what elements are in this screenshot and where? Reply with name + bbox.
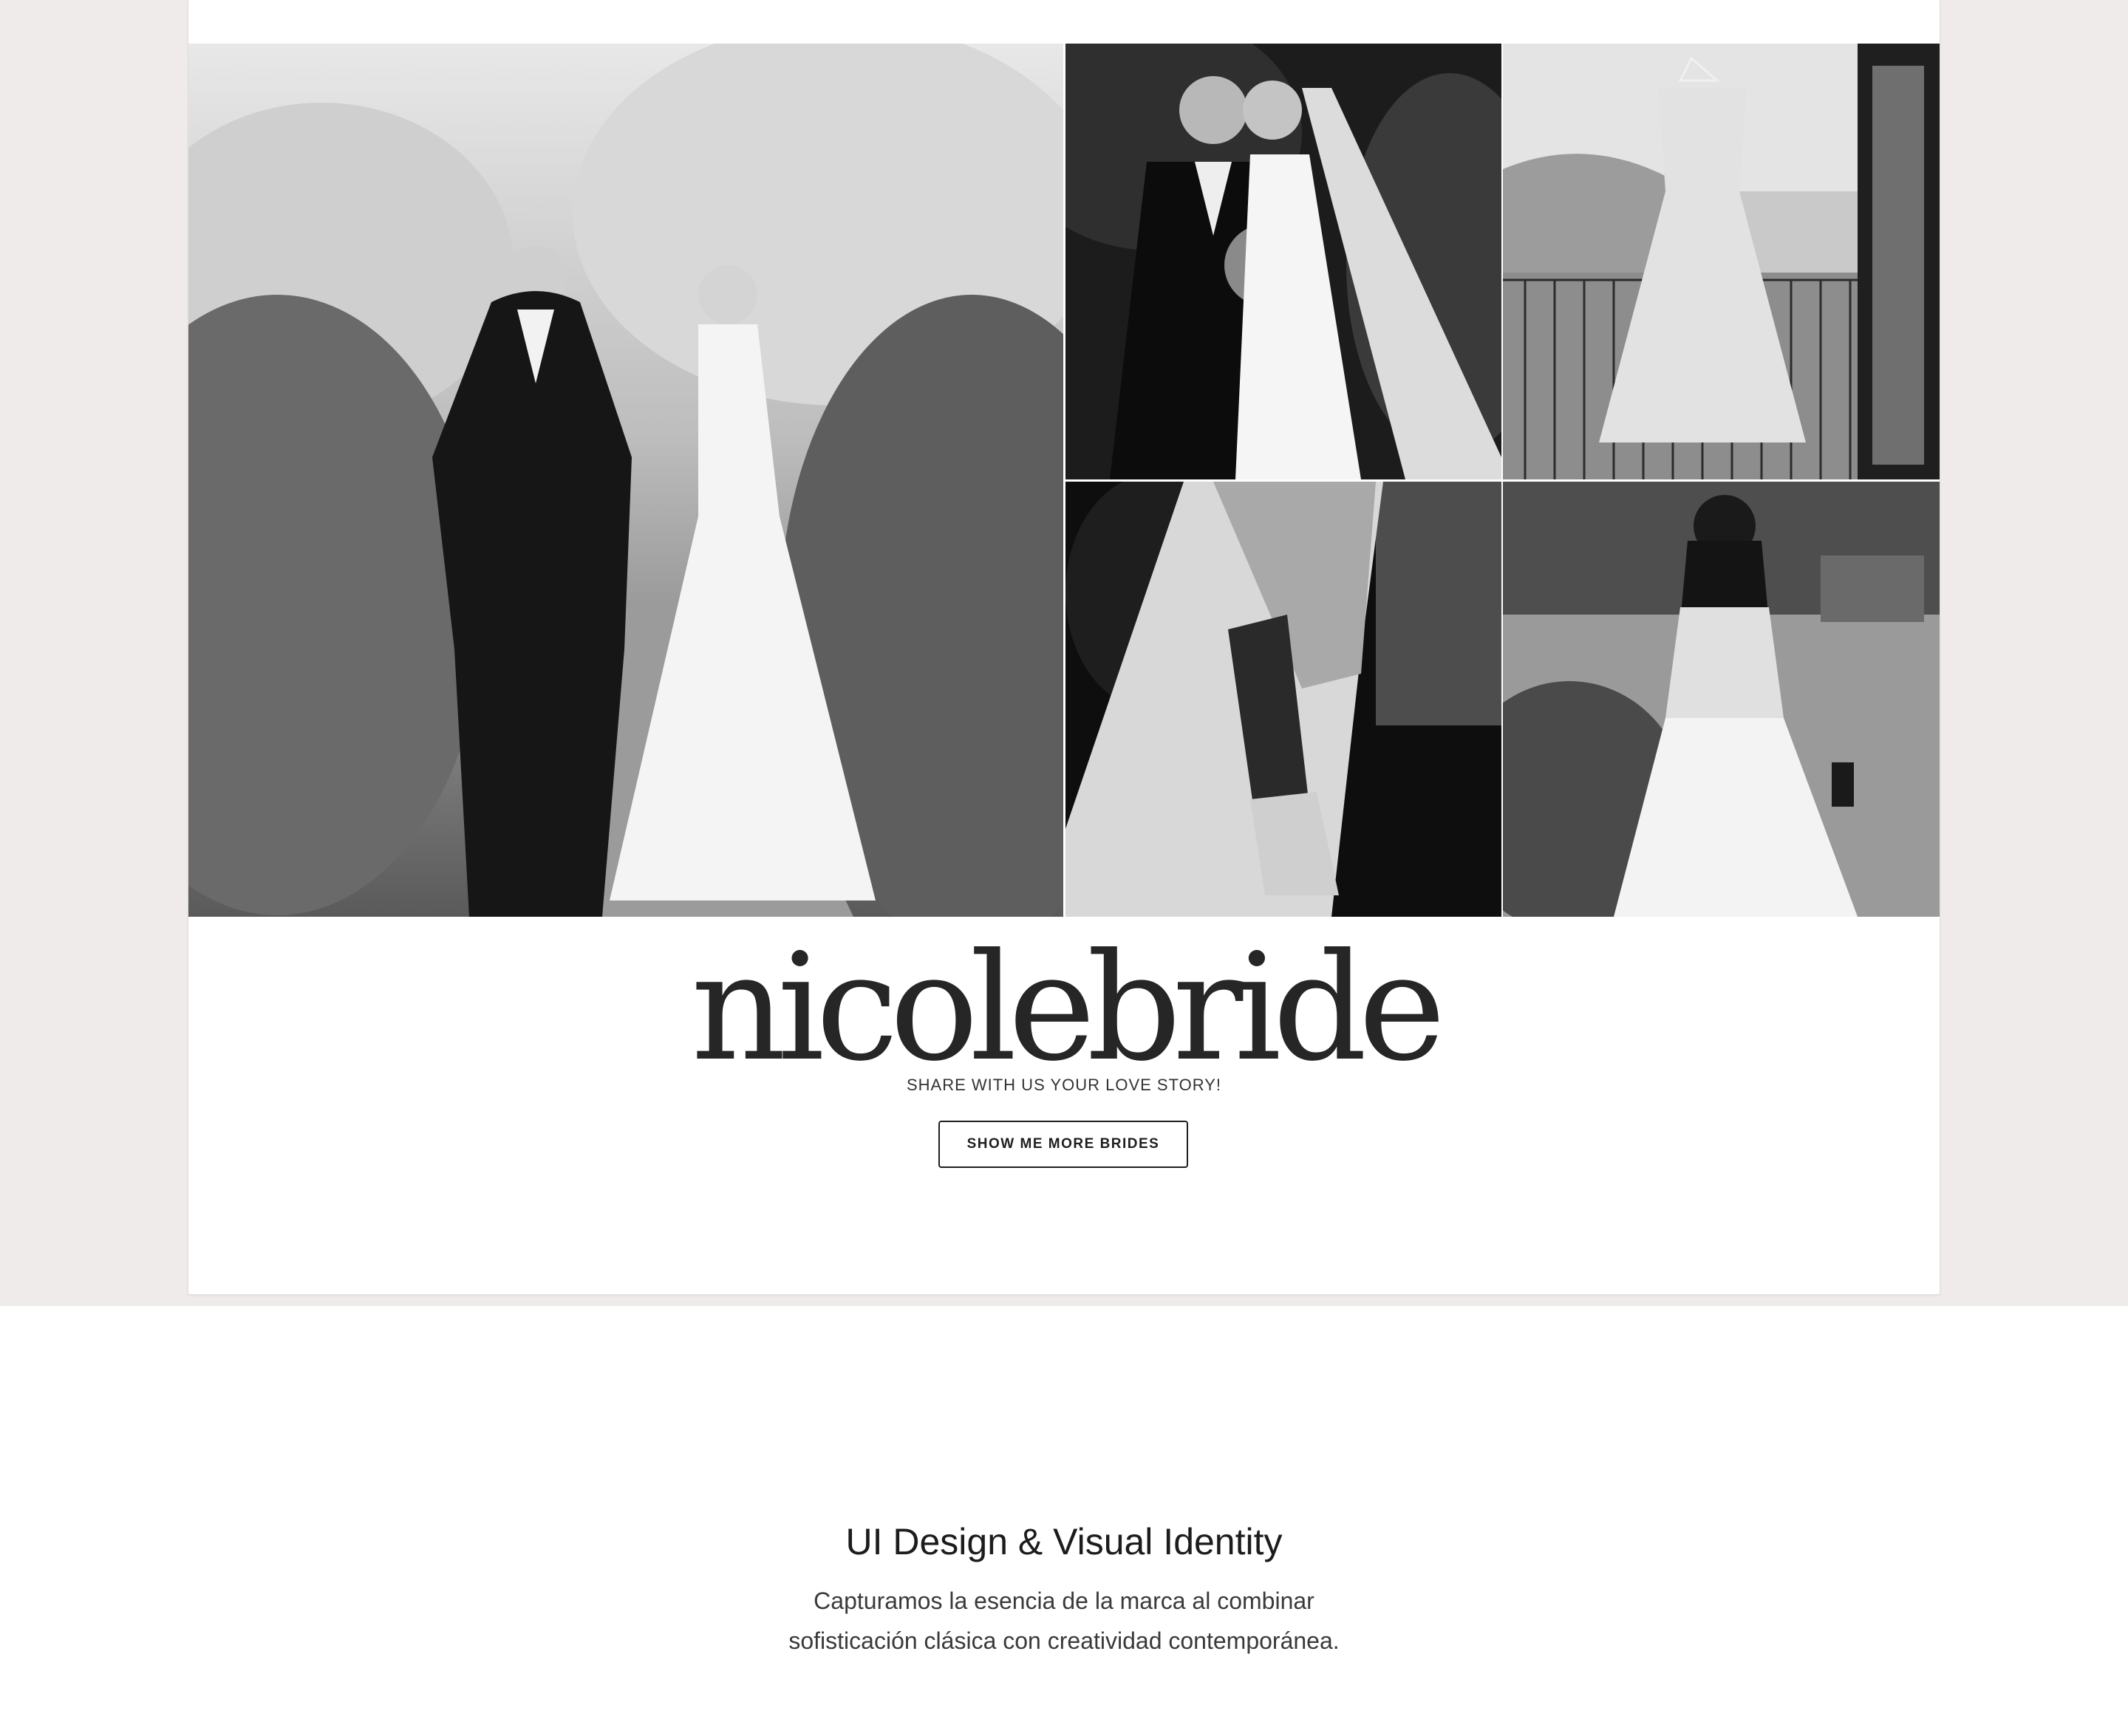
section-description: Capturamos la esencia de la marca al com… — [0, 1581, 2128, 1661]
bride-fastening-shoe-photo — [1065, 482, 1501, 917]
couple-kissing-photo — [1065, 44, 1501, 479]
section-title: UI Design & Visual Identity — [845, 1521, 1283, 1562]
brand-tagline: SHARE WITH US YOUR LOVE STORY! — [906, 1076, 1222, 1094]
couple-standing-garden-photo — [188, 44, 1063, 917]
brand-logo: nicolebride — [691, 922, 1446, 1094]
bride-back-walking-photo — [1503, 482, 1940, 917]
section-description-line-2: sofisticación clásica con creatividad co… — [788, 1627, 1340, 1654]
show-more-brides-button[interactable]: SHOW ME MORE BRIDES — [938, 1121, 1188, 1168]
dress-hanging-balcony-photo — [1503, 44, 1940, 479]
section-description-line-1: Capturamos la esencia de la marca al com… — [814, 1588, 1314, 1614]
